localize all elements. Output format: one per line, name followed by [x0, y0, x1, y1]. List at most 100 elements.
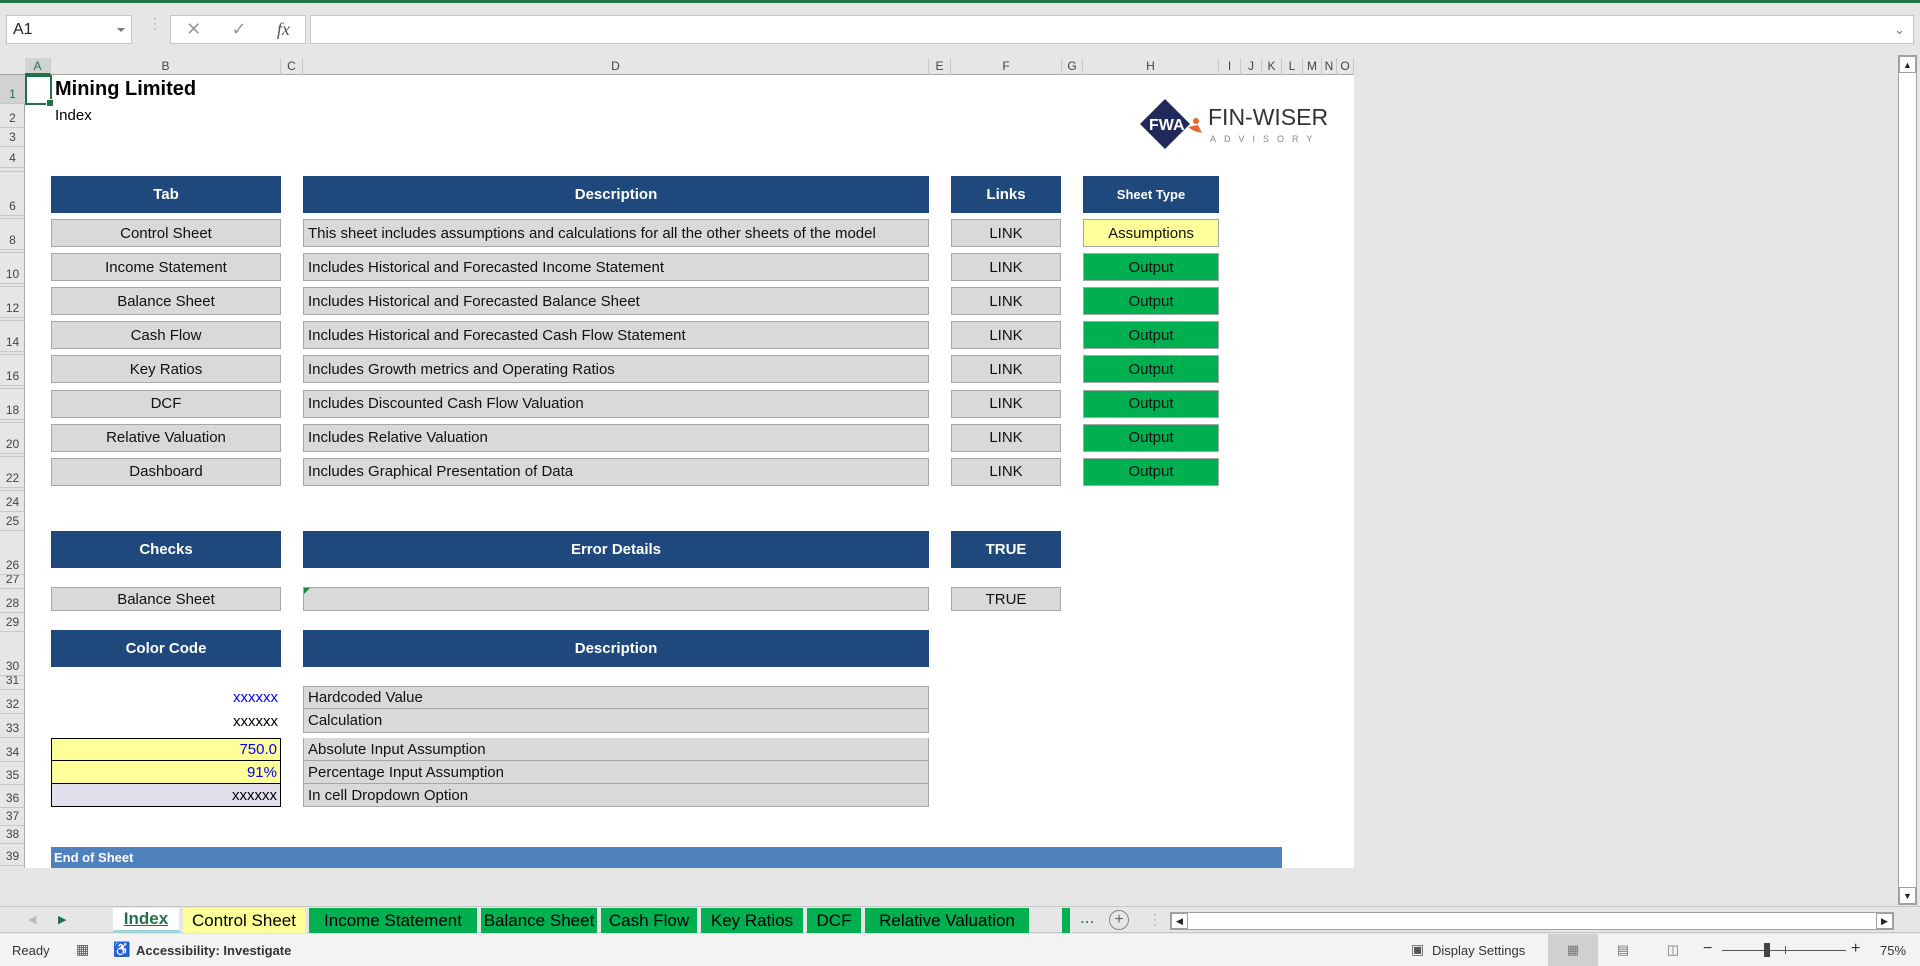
more-tabs-button[interactable]: ... — [1080, 908, 1094, 928]
column-header-h[interactable]: H — [1083, 58, 1219, 75]
row-header-37[interactable]: 37 — [0, 808, 25, 826]
row-header-3[interactable]: 3 — [0, 128, 25, 147]
column-header-k[interactable]: K — [1262, 58, 1282, 75]
vertical-scrollbar[interactable]: ▲ ▼ — [1898, 55, 1917, 905]
index-description[interactable]: Includes Graphical Presentation of Data — [303, 457, 929, 486]
row-header-18[interactable]: 18 — [0, 389, 25, 420]
chevron-down-icon[interactable] — [117, 28, 125, 32]
sheet-tab[interactable]: Income Statement — [309, 908, 479, 933]
sheet-tab[interactable]: Cash Flow — [601, 908, 699, 933]
sheet-tab[interactable]: Key Ratios — [701, 908, 805, 933]
sheet-tab[interactable]: DCF — [807, 908, 863, 933]
row-header-39[interactable]: 39 — [0, 844, 25, 866]
column-header-l[interactable]: L — [1282, 58, 1303, 75]
sheet-tab[interactable]: Index — [113, 908, 181, 933]
index-description[interactable]: Includes Historical and Forecasted Balan… — [303, 287, 929, 316]
row-header-4[interactable]: 4 — [0, 147, 25, 168]
sheet-tab[interactable]: Relative Valuation — [865, 908, 1031, 933]
index-link[interactable]: LINK — [951, 457, 1061, 486]
column-header-d[interactable]: D — [303, 58, 929, 75]
index-link[interactable]: LINK — [951, 389, 1061, 418]
column-header-f[interactable]: F — [951, 58, 1062, 75]
index-description[interactable]: Includes Historical and Forecasted Cash … — [303, 321, 929, 350]
row-header-35[interactable]: 35 — [0, 762, 25, 785]
row-header-36[interactable]: 36 — [0, 785, 25, 808]
zoom-out-button[interactable]: − — [1703, 940, 1712, 958]
index-sheet-type[interactable]: Output — [1083, 457, 1219, 486]
name-box[interactable]: A1 — [6, 15, 132, 44]
formula-input[interactable]: ⌄ — [310, 15, 1914, 44]
row-header-27[interactable]: 27 — [0, 575, 25, 589]
zoom-slider-thumb[interactable] — [1764, 943, 1770, 957]
index-link[interactable]: LINK — [951, 253, 1061, 282]
page-layout-view-icon[interactable]: ▤ — [1598, 934, 1648, 966]
index-description[interactable]: Includes Discounted Cash Flow Valuation — [303, 389, 929, 418]
scroll-left-icon[interactable]: ◀ — [1171, 913, 1188, 929]
enter-icon[interactable]: ✓ — [231, 19, 246, 40]
row-header-14[interactable]: 14 — [0, 321, 25, 352]
index-tab-name[interactable]: Cash Flow — [51, 321, 281, 350]
row-header-1[interactable]: 1 — [0, 75, 25, 104]
index-sheet-type[interactable]: Output — [1083, 321, 1219, 350]
sheet-tab[interactable]: Balance Sheet — [481, 908, 599, 933]
column-header-m[interactable]: M — [1303, 58, 1322, 75]
scroll-right-icon[interactable]: ▶ — [1876, 913, 1893, 929]
row-header-20[interactable]: 20 — [0, 423, 25, 454]
index-sheet-type[interactable]: Output — [1083, 355, 1219, 384]
row-header-31[interactable]: 31 — [0, 676, 25, 690]
check-name[interactable]: Balance Sheet — [51, 587, 281, 611]
sheet-tab-partial[interactable] — [1062, 908, 1072, 933]
add-sheet-icon[interactable]: + — [1109, 910, 1129, 930]
macro-recording-icon[interactable]: ▦ — [76, 941, 89, 958]
index-description[interactable]: Includes Growth metrics and Operating Ra… — [303, 355, 929, 384]
column-header-j[interactable]: J — [1241, 58, 1262, 75]
row-header-10[interactable]: 10 — [0, 253, 25, 284]
column-header-g[interactable]: G — [1062, 58, 1083, 75]
drag-handle-icon[interactable]: ⋮ — [148, 16, 162, 38]
row-header-26[interactable]: 26 — [0, 531, 25, 575]
index-tab-name[interactable]: Key Ratios — [51, 355, 281, 384]
row-header-22[interactable]: 22 — [0, 457, 25, 488]
column-header-i[interactable]: I — [1219, 58, 1241, 75]
row-header-33[interactable]: 33 — [0, 714, 25, 738]
index-sheet-type[interactable]: Output — [1083, 253, 1219, 282]
row-header-16[interactable]: 16 — [0, 355, 25, 386]
column-header-n[interactable]: N — [1322, 58, 1337, 75]
index-link[interactable]: LINK — [951, 287, 1061, 316]
row-header-32[interactable]: 32 — [0, 690, 25, 714]
index-tab-name[interactable]: Control Sheet — [51, 219, 281, 247]
index-link[interactable]: LINK — [951, 321, 1061, 350]
index-sheet-type[interactable]: Output — [1083, 287, 1219, 316]
index-tab-name[interactable]: Dashboard — [51, 457, 281, 486]
insert-function-icon[interactable]: fx — [277, 19, 290, 40]
color-code-sample[interactable]: xxxxxx — [51, 686, 281, 709]
display-settings-button[interactable]: Display Settings — [1432, 943, 1525, 958]
index-description[interactable]: Includes Relative Valuation — [303, 423, 929, 452]
column-header-a[interactable]: A — [25, 58, 51, 75]
selected-cell-a1[interactable] — [25, 75, 54, 107]
color-code-sample[interactable]: xxxxxx — [51, 784, 281, 807]
check-error-details[interactable] — [303, 587, 929, 611]
index-link[interactable]: LINK — [951, 219, 1061, 247]
index-tab-name[interactable]: Relative Valuation — [51, 423, 281, 452]
row-header-29[interactable]: 29 — [0, 613, 25, 632]
normal-view-icon[interactable]: ▦ — [1548, 934, 1598, 966]
color-code-sample[interactable]: 750.0 — [51, 738, 281, 761]
index-link[interactable]: LINK — [951, 423, 1061, 452]
column-header-b[interactable]: B — [51, 58, 281, 75]
color-code-description[interactable]: Calculation — [303, 709, 929, 733]
column-header-c[interactable]: C — [281, 58, 303, 75]
color-code-description[interactable]: Percentage Input Assumption — [303, 761, 929, 784]
index-tab-name[interactable]: DCF — [51, 389, 281, 418]
horizontal-scrollbar[interactable]: ◀ ▶ — [1170, 912, 1894, 930]
scroll-down-icon[interactable]: ▼ — [1899, 887, 1916, 904]
color-code-sample[interactable]: 91% — [51, 761, 281, 784]
cancel-icon[interactable]: ✕ — [186, 19, 201, 40]
row-header-8[interactable]: 8 — [0, 219, 25, 250]
index-sheet-type[interactable]: Output — [1083, 389, 1219, 418]
row-header-24[interactable]: 24 — [0, 491, 25, 512]
row-header-6[interactable]: 6 — [0, 172, 25, 216]
index-sheet-type[interactable]: Output — [1083, 423, 1219, 452]
index-sheet-type[interactable]: Assumptions — [1083, 219, 1219, 247]
row-header-28[interactable]: 28 — [0, 589, 25, 613]
